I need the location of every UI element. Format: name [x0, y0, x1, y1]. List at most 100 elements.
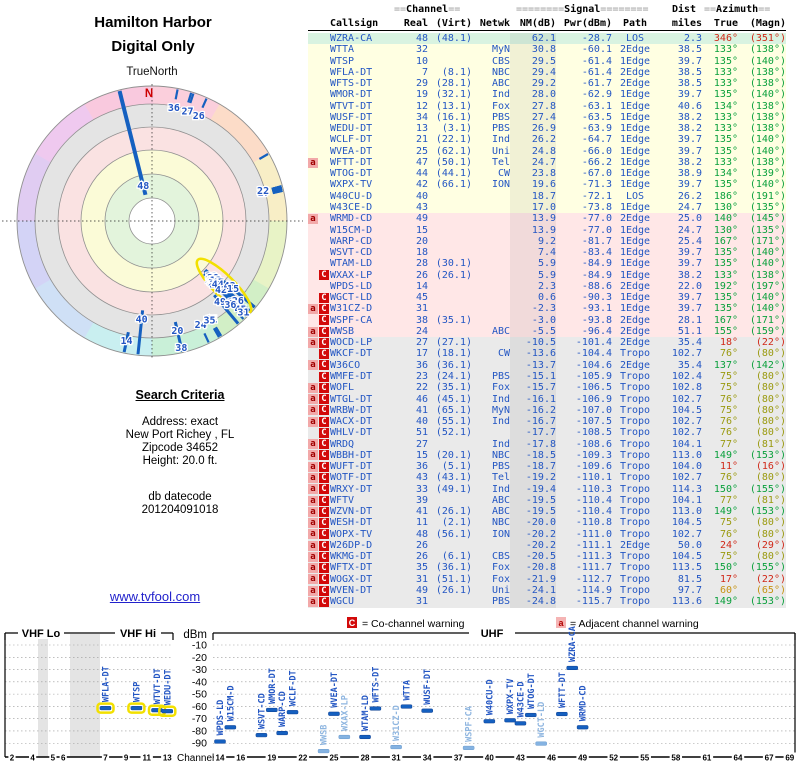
cell-azimuth-magnetic: (171°)	[749, 235, 786, 247]
table-row: WZRA-CA 48 (48.1) 62.1 -28.7 LOS 2.3 346° (351°)	[308, 33, 786, 45]
cell-virtual-channel: (43.1)	[435, 472, 472, 484]
cell-distance: 38.5	[677, 66, 702, 78]
tvfool-link[interactable]: www.tvfool.com	[110, 589, 200, 604]
cell-azimuth-magnetic: (145°)	[749, 213, 786, 225]
adjacent-channel-marker	[308, 270, 318, 280]
table-row: W15CM-D 15 13.9 -77.0 1Edge 24.7 130° (135°)	[308, 224, 786, 236]
cell-path: Tropo	[619, 472, 651, 484]
cell-network: CW	[497, 348, 510, 360]
table-row: WTTA 32 MyN 30.8 -60.1 2Edge 38.5 133° (138°)	[308, 44, 786, 56]
channel-tick-label: 55	[640, 754, 649, 763]
cell-network: Uni	[491, 585, 510, 597]
cell-nm-db: 24.7	[510, 156, 556, 169]
header-azimuth-group: ==Azimuth==	[704, 4, 771, 15]
cell-path: Tropo	[619, 438, 651, 450]
cell-network	[472, 281, 510, 292]
cell-distance: 104.1	[671, 438, 702, 450]
cell-distance: 24.7	[677, 224, 702, 236]
cell-nm-db: 5.9	[510, 258, 556, 270]
co-channel-marker	[319, 124, 329, 134]
cell-distance: 102.7	[671, 416, 702, 428]
cell-distance: 39.7	[677, 258, 702, 270]
table-row: C WKCF-DT 17 (18.1) CW -13.6 -104.4 Tropo 102.7 7…	[308, 348, 786, 360]
cell-virtual-channel	[428, 326, 472, 337]
cell-callsign: WTOG-DT	[330, 168, 373, 180]
cell-power-dbm: -111.1	[575, 539, 612, 551]
criteria-height: Height: 20.0 ft.	[142, 455, 218, 467]
cell-path: LOS	[625, 190, 645, 202]
criteria-city: New Port Richey , FL	[125, 429, 235, 441]
table-row: a C WRBW-DT 41 (65.1) MyN -16.2 -107.0 Tropo 104.…	[308, 404, 786, 417]
cell-nm-db: -13.7	[510, 359, 556, 371]
channel-tick-label: 4	[30, 754, 35, 763]
cell-real-channel: 25	[415, 145, 428, 157]
signal-bar	[317, 749, 330, 754]
cell-callsign: WACX-DT	[330, 416, 373, 428]
cell-path: Tropo	[619, 416, 651, 428]
cell-nm-db: 26.9	[510, 123, 556, 135]
channel-tick-label: 64	[734, 754, 743, 763]
cell-power-dbm: -62.9	[581, 89, 612, 101]
cell-real-channel: 41	[415, 404, 428, 416]
dbm-tick-label: -20	[192, 652, 207, 664]
cell-distance: 38.5	[677, 78, 702, 90]
cell-real-channel: 20	[415, 235, 428, 247]
adjacent-channel-marker: a	[308, 416, 318, 427]
adjacent-channel-marker: a	[308, 326, 318, 337]
table-column-headers: Callsign Real (Virt) Netwk NM(dB) Pwr(dBm) Pat…	[308, 18, 786, 31]
hdr-callsign: Callsign	[330, 18, 379, 29]
cell-network: Uni	[491, 145, 510, 157]
warning-markers: aC	[308, 506, 330, 517]
cell-callsign: WZRA-CA	[330, 33, 373, 44]
table-row: a C W36CO 36 (36.1) -13.7 -104.6 2Edge 35.4 137° (…	[308, 359, 786, 371]
cell-path: 1Edge	[619, 179, 651, 191]
table-row: C WHLV-DT 51 (52.1) -17.7 -108.5 Tropo 102.7 76°…	[308, 427, 786, 439]
warning-markers: C	[308, 371, 330, 382]
table-row: a C W31CZ-D 31 -2.3 -93.1 1Edge 39.7 135° (140°)	[308, 303, 786, 315]
warning-markers: aC	[308, 405, 330, 416]
warning-markers	[308, 281, 330, 292]
cell-azimuth-magnetic: (153°)	[749, 449, 786, 461]
cell-network: ION	[491, 528, 510, 540]
cell-network	[472, 337, 510, 348]
channel-spoke-label: 35	[203, 316, 215, 327]
cell-callsign: WZVN-DT	[330, 506, 373, 518]
co-channel-marker: C	[319, 371, 329, 382]
channel-tick-label: 14	[216, 754, 225, 763]
cell-network: NBC	[491, 517, 510, 529]
adjacent-channel-marker: a	[308, 337, 318, 348]
cell-azimuth-true: 133°	[713, 156, 738, 168]
signal-bar	[462, 745, 475, 750]
cell-power-dbm: -112.7	[575, 573, 612, 585]
cell-network: ION	[491, 179, 510, 191]
cell-network	[472, 225, 510, 236]
cell-azimuth-true: 75°	[719, 517, 738, 529]
cell-power-dbm: -93.8	[581, 314, 612, 326]
co-channel-marker: C	[319, 337, 329, 348]
cell-azimuth-magnetic: (80°)	[755, 348, 786, 360]
cell-real-channel: 26	[415, 551, 428, 563]
cell-azimuth-true: 133°	[713, 123, 738, 135]
cell-network	[472, 315, 510, 326]
cell-callsign: WESH-DT	[330, 517, 373, 529]
cell-azimuth-magnetic: (138°)	[749, 156, 786, 168]
adjacent-channel-marker	[308, 34, 318, 44]
cell-network	[472, 360, 510, 371]
signal-bar	[161, 709, 174, 714]
cell-azimuth-true: 167°	[713, 314, 738, 326]
cell-azimuth-true: 155°	[713, 325, 738, 337]
adjacent-channel-marker	[308, 428, 318, 438]
cell-path: 1Edge	[619, 145, 651, 157]
signal-strength-chart: C = Co-channel warning a = Adjacent channel…	[4, 617, 796, 764]
cell-power-dbm: -110.4	[575, 494, 612, 506]
cell-network: CBS	[491, 55, 510, 67]
cell-power-dbm: -108.6	[575, 438, 612, 450]
warning-markers: aC	[308, 596, 330, 607]
cell-virtual-channel	[428, 56, 472, 67]
cell-distance: 51.1	[677, 325, 702, 337]
cell-real-channel: 40	[415, 416, 428, 428]
cell-network	[472, 292, 510, 303]
warning-markers	[308, 112, 330, 123]
cell-power-dbm: -109.6	[575, 461, 612, 473]
cell-nm-db: 7.4	[510, 247, 556, 259]
